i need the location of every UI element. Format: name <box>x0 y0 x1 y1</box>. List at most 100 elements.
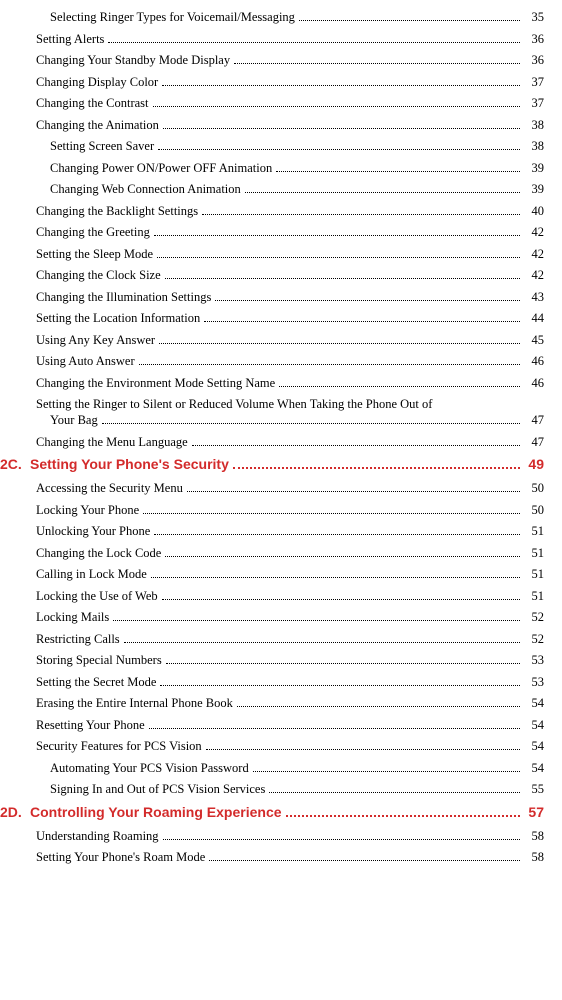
toc-entry-text: Setting Alerts <box>36 32 104 47</box>
toc-entry-text: Setting the Sleep Mode <box>36 247 153 262</box>
leader-dots <box>153 99 521 108</box>
toc-entry-text: Calling in Lock Mode <box>36 567 147 582</box>
toc-entry: Setting Alerts 36 <box>0 32 544 47</box>
toc-entry-page: 58 <box>524 829 544 844</box>
toc-entry-text: Restricting Calls <box>36 632 120 647</box>
toc-entry: Selecting Ringer Types for Voicemail/Mes… <box>0 10 544 25</box>
toc-entry-text: Resetting Your Phone <box>36 718 145 733</box>
toc-entry: Signing In and Out of PCS Vision Service… <box>0 782 544 797</box>
leader-dots <box>154 228 520 237</box>
toc-entry: Security Features for PCS Vision54 <box>0 739 544 754</box>
toc-entry-text: Unlocking Your Phone <box>36 524 150 539</box>
leader-dots <box>234 56 520 65</box>
toc-entry-page: 53 <box>524 653 544 668</box>
toc-entry-page: 51 <box>524 589 544 604</box>
toc-entry-page: 54 <box>524 696 544 711</box>
toc-entry-text: Erasing the Entire Internal Phone Book <box>36 696 233 711</box>
toc-entry: Changing the Lock Code51 <box>0 546 544 561</box>
section-page: 49 <box>524 456 544 472</box>
toc-entry: Using Auto Answer46 <box>0 354 544 369</box>
leader-dots <box>158 142 520 151</box>
toc-entry-text: Locking Your Phone <box>36 503 139 518</box>
toc-entry-text: Setting the Secret Mode <box>36 675 156 690</box>
toc-entry-page: 51 <box>524 524 544 539</box>
toc-entry-text: Understanding Roaming <box>36 829 159 844</box>
toc-entry-page: 37 <box>524 96 544 111</box>
toc-entry-text: Changing the Greeting <box>36 225 150 240</box>
toc-entry-text: Signing In and Out of PCS Vision Service… <box>50 782 265 797</box>
toc-entry-text: Changing the Backlight Settings <box>36 204 198 219</box>
toc-entry: Changing Power ON/Power OFF Animation39 <box>0 161 544 176</box>
leader-dots <box>209 853 520 862</box>
toc-entry: Changing Display Color37 <box>0 75 544 90</box>
toc-entry: Changing the Animation38 <box>0 118 544 133</box>
leader-dots <box>299 13 520 22</box>
leader-dots <box>166 656 520 665</box>
section-number: 2D. <box>0 804 30 820</box>
toc-entry: Unlocking Your Phone 51 <box>0 524 544 539</box>
toc-entry-page: 40 <box>524 204 544 219</box>
toc-entry-text: Changing the Animation <box>36 118 159 133</box>
toc-entry: Changing the Backlight Settings 40 <box>0 204 544 219</box>
toc-entry: Understanding Roaming 58 <box>0 829 544 844</box>
leader-dots <box>233 467 520 469</box>
leader-dots <box>160 677 520 686</box>
toc-entry-page: 45 <box>524 333 544 348</box>
toc-entry: Storing Special Numbers 53 <box>0 653 544 668</box>
leader-dots <box>165 271 520 280</box>
toc-entry-page: 39 <box>524 182 544 197</box>
leader-dots <box>162 591 520 600</box>
leader-dots <box>139 357 520 366</box>
toc-entry-text: Changing the Illumination Settings <box>36 290 211 305</box>
toc-entry-page: 54 <box>524 761 544 776</box>
leader-dots <box>159 335 520 344</box>
toc-entry: Setting the Ringer to Silent or Reduced … <box>0 397 544 428</box>
toc-entry: Restricting Calls52 <box>0 632 544 647</box>
toc-entry-text: Setting Screen Saver <box>50 139 154 154</box>
leader-dots <box>192 437 520 446</box>
leader-dots <box>286 815 520 817</box>
toc-entry-page: 55 <box>524 782 544 797</box>
toc-entry: Automating Your PCS Vision Password54 <box>0 761 544 776</box>
toc-entry-text: Changing the Environment Mode Setting Na… <box>36 376 275 391</box>
toc-entry-page: 46 <box>524 376 544 391</box>
toc-entry: Changing the Clock Size42 <box>0 268 544 283</box>
toc-entry: Locking Your Phone50 <box>0 503 544 518</box>
leader-dots <box>204 314 520 323</box>
toc-entry: Changing Web Connection Animation 39 <box>0 182 544 197</box>
toc-entry-text: Selecting Ringer Types for Voicemail/Mes… <box>50 10 295 25</box>
toc-entry: Changing the Environment Mode Setting Na… <box>0 376 544 391</box>
leader-dots <box>276 163 520 172</box>
toc-entry: Setting the Location Information44 <box>0 311 544 326</box>
leader-dots <box>149 720 520 729</box>
leader-dots <box>202 206 520 215</box>
toc-entry-text: Changing Web Connection Animation <box>50 182 241 197</box>
toc-entry-page: 51 <box>524 567 544 582</box>
toc-entry-page: 36 <box>524 53 544 68</box>
toc-entry-page: 42 <box>524 247 544 262</box>
toc-entry-page: 43 <box>524 290 544 305</box>
leader-dots <box>157 249 520 258</box>
toc-entry: Changing the Greeting42 <box>0 225 544 240</box>
toc-entry-text: Storing Special Numbers <box>36 653 162 668</box>
toc-entry-text-line2: Your Bag <box>50 413 98 428</box>
leader-dots <box>237 699 520 708</box>
leader-dots <box>163 120 520 129</box>
leader-dots <box>163 831 520 840</box>
leader-dots <box>143 505 520 514</box>
toc-entry: Changing the Menu Language47 <box>0 435 544 450</box>
toc-entry-page: 36 <box>524 32 544 47</box>
toc-block-1: Selecting Ringer Types for Voicemail/Mes… <box>0 10 544 450</box>
toc-entry: Setting the Sleep Mode 42 <box>0 247 544 262</box>
toc-entry-page: 44 <box>524 311 544 326</box>
toc-entry-page: 51 <box>524 546 544 561</box>
toc-entry-continuation: Your Bag47 <box>0 413 544 428</box>
toc-entry: Setting Screen Saver38 <box>0 139 544 154</box>
toc-entry-text: Changing Your Standby Mode Display <box>36 53 230 68</box>
toc-entry: Setting the Secret Mode53 <box>0 675 544 690</box>
toc-entry-page: 52 <box>524 610 544 625</box>
leader-dots <box>215 292 520 301</box>
toc-entry: Erasing the Entire Internal Phone Book 54 <box>0 696 544 711</box>
leader-dots <box>206 742 520 751</box>
toc-entry-text: Changing Display Color <box>36 75 158 90</box>
